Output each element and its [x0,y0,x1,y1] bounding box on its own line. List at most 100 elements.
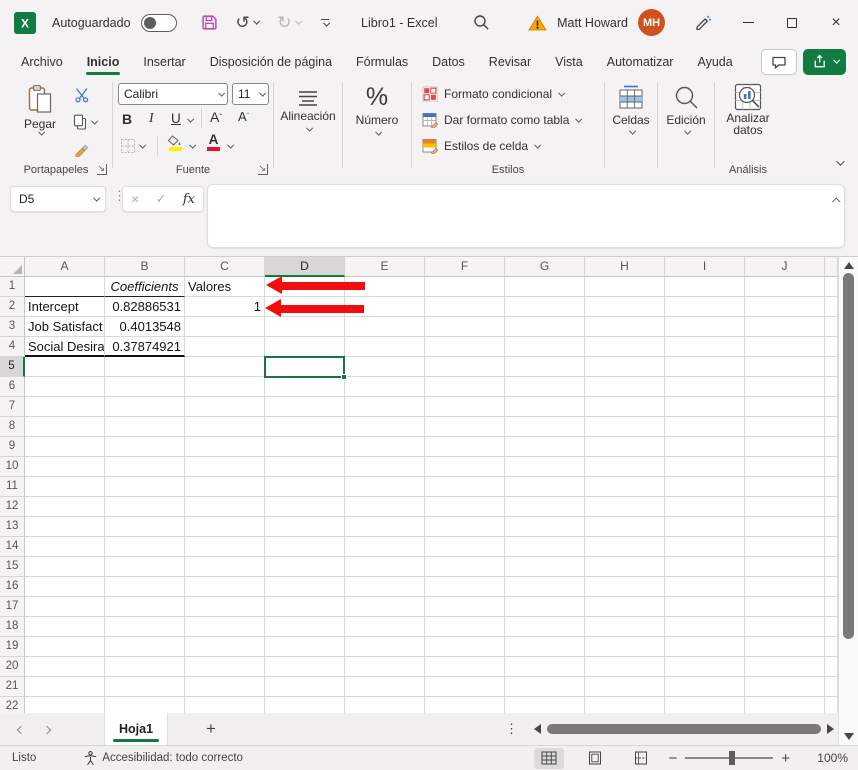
cell-partial-3[interactable] [825,317,838,337]
cell-C20[interactable] [185,657,265,677]
format-as-table-button[interactable]: Dar formato como tabla [422,112,580,128]
cell-I20[interactable] [665,657,745,677]
row-header-3[interactable]: 3 [0,317,25,337]
zoom-level[interactable]: 100% [804,751,848,765]
cell-J11[interactable] [745,477,825,497]
undo-button[interactable]: ↺ [236,14,258,31]
cell-D8[interactable] [265,417,345,437]
cell-H5[interactable] [585,357,665,377]
cell-F4[interactable] [425,337,505,357]
cell-D20[interactable] [265,657,345,677]
cell-I2[interactable] [665,297,745,317]
cell-C14[interactable] [185,537,265,557]
cell-H8[interactable] [585,417,665,437]
cell-C6[interactable] [185,377,265,397]
search-icon[interactable] [473,14,490,31]
cell-partial-10[interactable] [825,457,838,477]
copy-button[interactable] [72,114,96,130]
cell-C17[interactable] [185,597,265,617]
cell-B19[interactable] [105,637,185,657]
cell-H12[interactable] [585,497,665,517]
cell-I21[interactable] [665,677,745,697]
cell-A20[interactable] [25,657,105,677]
cell-J3[interactable] [745,317,825,337]
cell-F9[interactable] [425,437,505,457]
next-sheet-button[interactable] [44,722,64,736]
cell-E13[interactable] [345,517,425,537]
row-header-13[interactable]: 13 [0,517,25,537]
cell-B4[interactable]: 0.37874921 [105,337,185,357]
warning-icon[interactable] [528,15,547,31]
cell-partial-6[interactable] [825,377,838,397]
row-header-9[interactable]: 9 [0,437,25,457]
cell-F8[interactable] [425,417,505,437]
zoom-out-button[interactable]: − [668,750,677,767]
cell-F10[interactable] [425,457,505,477]
cell-H17[interactable] [585,597,665,617]
cell-G15[interactable] [505,557,585,577]
cell-G8[interactable] [505,417,585,437]
cell-I3[interactable] [665,317,745,337]
cell-B16[interactable] [105,577,185,597]
alignment-button[interactable]: Alineación [274,90,342,132]
cell-G9[interactable] [505,437,585,457]
cell-E16[interactable] [345,577,425,597]
cell-H16[interactable] [585,577,665,597]
cell-H4[interactable] [585,337,665,357]
font-name-select[interactable]: Calibri [118,83,228,105]
column-header-F[interactable]: F [425,257,505,277]
tab-vista[interactable]: Vista [544,48,594,76]
cell-B13[interactable] [105,517,185,537]
cell-B22[interactable] [105,697,185,713]
cell-partial-19[interactable] [825,637,838,657]
cell-G12[interactable] [505,497,585,517]
cell-D12[interactable] [265,497,345,517]
cell-C4[interactable] [185,337,265,357]
cell-F17[interactable] [425,597,505,617]
cell-F1[interactable] [425,277,505,297]
cell-H10[interactable] [585,457,665,477]
cell-D16[interactable] [265,577,345,597]
cell-G14[interactable] [505,537,585,557]
row-header-16[interactable]: 16 [0,577,25,597]
cell-A22[interactable] [25,697,105,713]
cell-E22[interactable] [345,697,425,713]
cell-H20[interactable] [585,657,665,677]
tab-revisar[interactable]: Revisar [478,48,542,76]
cell-J5[interactable] [745,357,825,377]
row-header-11[interactable]: 11 [0,477,25,497]
minimize-button[interactable] [726,0,770,45]
horizontal-scrollbar-thumb[interactable] [547,724,821,734]
cell-D10[interactable] [265,457,345,477]
row-header-20[interactable]: 20 [0,657,25,677]
cell-D3[interactable] [265,317,345,337]
cell-A11[interactable] [25,477,105,497]
scroll-left-icon[interactable] [534,724,541,734]
cell-G13[interactable] [505,517,585,537]
cell-F6[interactable] [425,377,505,397]
cells-button[interactable]: Celdas [605,85,657,135]
cell-E10[interactable] [345,457,425,477]
cell-A9[interactable] [25,437,105,457]
cell-partial-4[interactable] [825,337,838,357]
comments-button[interactable] [761,49,797,75]
cell-B20[interactable] [105,657,185,677]
cell-E14[interactable] [345,537,425,557]
cell-F13[interactable] [425,517,505,537]
cell-partial-17[interactable] [825,597,838,617]
column-header-A[interactable]: A [25,257,105,277]
cell-A3[interactable]: Job Satisfact [25,317,105,337]
cell-I7[interactable] [665,397,745,417]
tab-automatizar[interactable]: Automatizar [596,48,685,76]
cell-partial-1[interactable] [825,277,838,297]
cell-G11[interactable] [505,477,585,497]
row-header-22[interactable]: 22 [0,697,25,713]
underline-dropdown-icon[interactable] [187,116,193,122]
cell-J4[interactable] [745,337,825,357]
cell-A4[interactable]: Social Desira [25,337,105,357]
cell-A19[interactable] [25,637,105,657]
cell-C21[interactable] [185,677,265,697]
row-header-12[interactable]: 12 [0,497,25,517]
borders-button[interactable] [120,138,144,154]
chevron-down-icon[interactable] [189,142,195,148]
